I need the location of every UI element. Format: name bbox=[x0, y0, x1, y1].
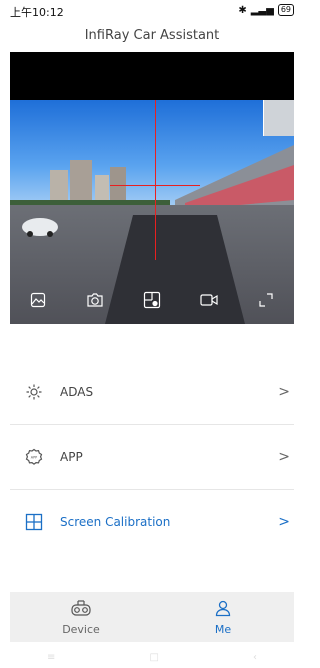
menu-item-adas[interactable]: ADAS > bbox=[10, 360, 294, 425]
menu-label-adas: ADAS bbox=[60, 385, 94, 399]
menu-label-app: APP bbox=[60, 450, 83, 464]
svg-text:APP: APP bbox=[31, 456, 37, 460]
app-title: InfiRay Car Assistant bbox=[84, 28, 220, 43]
calibration-icon bbox=[24, 512, 44, 532]
settings-menu: ADAS > APP APP > Screen Calibration > bbox=[10, 360, 294, 554]
camera-preview[interactable] bbox=[10, 52, 294, 324]
nav-device[interactable]: Device bbox=[10, 592, 152, 642]
crosshair-vertical bbox=[155, 100, 156, 260]
back-icon[interactable]: ‹ bbox=[253, 652, 257, 663]
person-icon bbox=[214, 599, 232, 621]
status-icons: ✱ ▂▃▅ 69 bbox=[238, 4, 294, 16]
video-record-icon[interactable] bbox=[197, 288, 221, 312]
system-navigation-bar: ≡ □ ‹ bbox=[0, 646, 304, 668]
home-icon[interactable]: □ bbox=[149, 652, 158, 663]
camera-toolbar bbox=[10, 276, 294, 324]
menu-icon[interactable]: ≡ bbox=[47, 652, 55, 663]
camera-icon[interactable] bbox=[83, 288, 107, 312]
chevron-right-icon: > bbox=[278, 384, 290, 400]
nav-label-device: Device bbox=[62, 622, 100, 636]
gallery-icon[interactable] bbox=[26, 288, 50, 312]
device-icon bbox=[70, 599, 92, 621]
menu-item-app[interactable]: APP APP > bbox=[10, 425, 294, 490]
app-settings-icon: APP bbox=[24, 447, 44, 467]
thermal-pip-view[interactable] bbox=[263, 100, 294, 136]
battery-indicator: 69 bbox=[277, 4, 294, 16]
status-time: 上午10:12 bbox=[10, 6, 64, 19]
fullscreen-icon[interactable] bbox=[254, 288, 278, 312]
thermal-view-icon[interactable] bbox=[140, 288, 164, 312]
menu-label-screen-calibration: Screen Calibration bbox=[60, 515, 171, 529]
menu-item-screen-calibration[interactable]: Screen Calibration > bbox=[10, 490, 294, 554]
chevron-right-icon: > bbox=[278, 449, 290, 465]
white-car bbox=[22, 218, 58, 237]
status-bar: 上午10:12 ✱ ▂▃▅ 69 bbox=[0, 0, 304, 22]
signal-icon: ▂▃▅ bbox=[250, 4, 274, 16]
bottom-navigation: Device Me bbox=[10, 592, 294, 642]
nav-me[interactable]: Me bbox=[152, 592, 294, 642]
gear-icon bbox=[24, 382, 44, 402]
nav-label-me: Me bbox=[214, 622, 232, 636]
crosshair-horizontal bbox=[110, 185, 200, 186]
chevron-right-icon: > bbox=[278, 514, 290, 530]
bluetooth-icon: ✱ bbox=[238, 4, 247, 16]
